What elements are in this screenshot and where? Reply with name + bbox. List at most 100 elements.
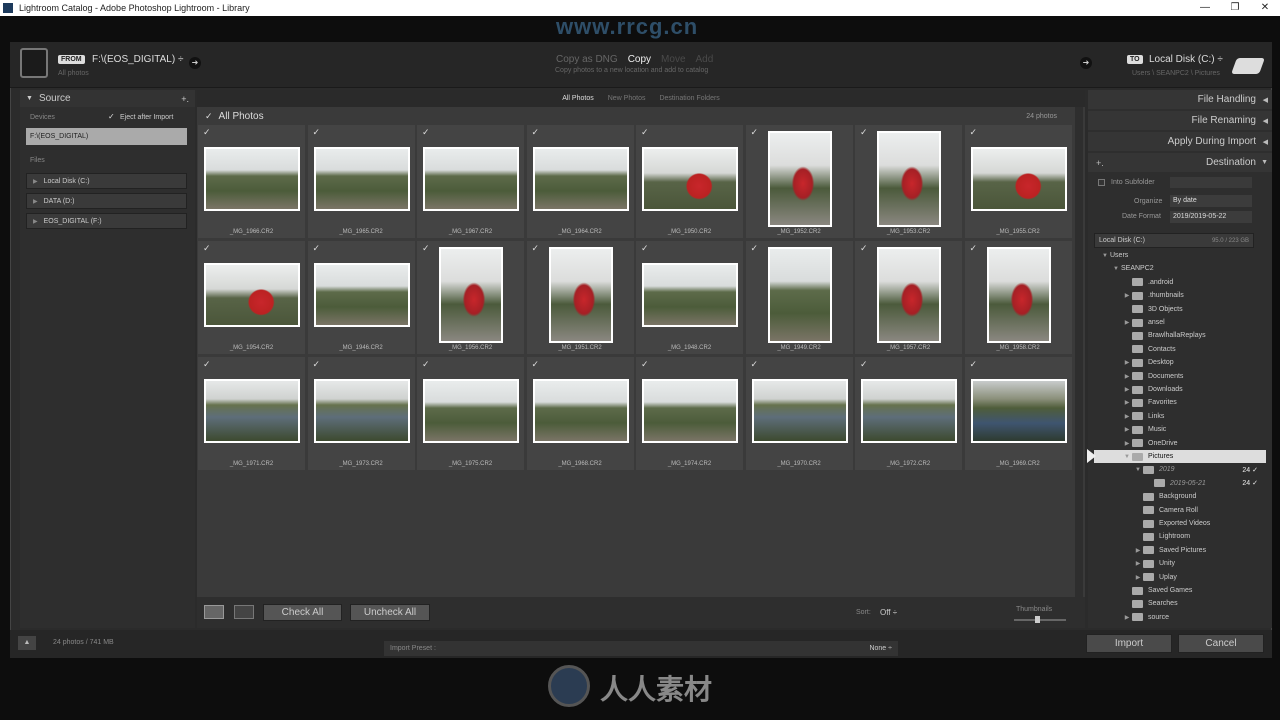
photo-checkbox[interactable]: ✓	[751, 127, 759, 138]
mode-copy-as-dng[interactable]: Copy as DNG	[556, 54, 618, 65]
folder-row[interactable]: .android	[1094, 276, 1266, 289]
photo-cell[interactable]: ✓ _MG_1955.CR2	[964, 125, 1073, 239]
expand-triangle-icon[interactable]: ▶	[1122, 386, 1132, 393]
folder-row[interactable]: ▶ Saved Pictures	[1094, 544, 1266, 557]
photo-cell[interactable]: ✓ _MG_1965.CR2	[307, 125, 416, 239]
photo-checkbox[interactable]: ✓	[532, 243, 540, 254]
restore-button[interactable]: ❐	[1220, 0, 1250, 16]
tab-destination-folders[interactable]: Destination Folders	[659, 95, 719, 102]
folder-row[interactable]: ▼ SEANPC2	[1094, 262, 1266, 275]
photo-cell[interactable]: ✓ _MG_1967.CR2	[417, 125, 525, 239]
selected-device[interactable]: F:\(EOS_DIGITAL)	[26, 128, 187, 145]
folder-row[interactable]: ▶ source	[1094, 611, 1266, 624]
photo-thumbnail[interactable]	[767, 247, 832, 343]
photo-cell[interactable]: ✓ _MG_1975.CR2	[417, 357, 525, 471]
photo-checkbox[interactable]: ✓	[532, 127, 540, 138]
photo-cell[interactable]: ✓ _MG_1972.CR2	[855, 357, 963, 471]
into-subfolder-checkbox[interactable]	[1098, 179, 1105, 186]
photo-checkbox[interactable]: ✓	[641, 359, 649, 370]
photo-thumbnail[interactable]	[767, 131, 832, 227]
folder-row[interactable]: 3D Objects	[1094, 303, 1266, 316]
thumbnail-slider-handle[interactable]	[1035, 616, 1040, 623]
photo-thumbnail[interactable]	[204, 379, 300, 443]
photo-checkbox[interactable]: ✓	[532, 359, 540, 370]
photo-checkbox[interactable]: ✓	[751, 243, 759, 254]
photo-cell[interactable]: ✓ _MG_1966.CR2	[198, 125, 306, 239]
photo-cell[interactable]: ✓ _MG_1946.CR2	[307, 241, 416, 355]
photo-cell[interactable]: ✓ _MG_1957.CR2	[855, 241, 963, 355]
photo-thumbnail[interactable]	[861, 379, 957, 443]
import-button[interactable]: Import	[1086, 634, 1172, 653]
photo-thumbnail[interactable]	[751, 379, 848, 443]
import-preset-bar[interactable]: Import Preset : None ÷	[384, 641, 898, 656]
photo-checkbox[interactable]: ✓	[203, 243, 211, 254]
photo-thumbnail[interactable]	[313, 379, 410, 443]
photo-checkbox[interactable]: ✓	[313, 359, 321, 370]
expand-triangle-icon[interactable]: ▶	[1133, 574, 1143, 581]
photo-checkbox[interactable]: ✓	[970, 127, 978, 138]
photo-thumbnail[interactable]	[439, 247, 503, 343]
photo-cell[interactable]: ✓ _MG_1956.CR2	[417, 241, 525, 355]
photo-checkbox[interactable]: ✓	[970, 359, 978, 370]
volume-f[interactable]: ▶ EOS_DIGITAL (F:)	[26, 213, 187, 229]
folder-row[interactable]: Exported Videos	[1094, 517, 1266, 530]
photo-checkbox[interactable]: ✓	[203, 359, 211, 370]
expand-triangle-icon[interactable]: ▼	[1111, 266, 1121, 272]
expand-triangle-icon[interactable]: ▼	[1133, 467, 1143, 473]
folder-row[interactable]: ▶ Music	[1094, 423, 1266, 436]
photo-cell[interactable]: ✓ _MG_1971.CR2	[198, 357, 306, 471]
photo-thumbnail[interactable]	[423, 379, 519, 443]
photo-checkbox[interactable]: ✓	[313, 127, 321, 138]
folder-row[interactable]: ▶ Downloads	[1094, 383, 1266, 396]
photo-checkbox[interactable]: ✓	[422, 359, 430, 370]
photo-checkbox[interactable]: ✓	[641, 243, 649, 254]
photo-cell[interactable]: ✓ _MG_1953.CR2	[855, 125, 963, 239]
photo-checkbox[interactable]: ✓	[203, 127, 211, 138]
folder-row[interactable]: ▼ Users	[1094, 249, 1266, 262]
source-panel-header[interactable]: ▼ Source +.	[20, 90, 195, 107]
photo-checkbox[interactable]: ✓	[970, 243, 978, 254]
volume-c[interactable]: ▶ Local Disk (C:)	[26, 173, 187, 189]
photo-thumbnail[interactable]	[548, 247, 613, 343]
folder-row[interactable]: Lightroom	[1094, 530, 1266, 543]
photo-thumbnail[interactable]	[204, 147, 300, 211]
mode-add[interactable]: Add	[696, 54, 714, 65]
expand-triangle-icon[interactable]: ▶	[1122, 319, 1132, 326]
photo-cell[interactable]: ✓ _MG_1950.CR2	[636, 125, 744, 239]
folder-row[interactable]: Background	[1094, 490, 1266, 503]
loupe-view-icon[interactable]	[234, 605, 254, 619]
photo-checkbox[interactable]: ✓	[751, 359, 759, 370]
minimize-button[interactable]: —	[1190, 0, 1220, 16]
mode-copy[interactable]: Copy	[628, 54, 651, 65]
photo-thumbnail[interactable]	[313, 147, 410, 211]
folder-row[interactable]: ▶ Uplay	[1094, 571, 1266, 584]
expand-triangle-icon[interactable]: ▼	[1122, 454, 1132, 460]
expand-triangle-icon[interactable]: ▶	[1122, 440, 1132, 447]
photo-thumbnail[interactable]	[642, 147, 738, 211]
photo-cell[interactable]: ✓ _MG_1952.CR2	[745, 125, 854, 239]
grid-scrollbar[interactable]	[1075, 107, 1083, 597]
cancel-button[interactable]: Cancel	[1178, 634, 1264, 653]
expand-triangle-icon[interactable]: ▶	[1122, 614, 1132, 621]
folder-row[interactable]: 2019-05-21 24 ✓	[1094, 477, 1266, 490]
photo-cell[interactable]: ✓ _MG_1958.CR2	[964, 241, 1073, 355]
photo-checkbox[interactable]: ✓	[422, 243, 430, 254]
photo-cell[interactable]: ✓ _MG_1973.CR2	[307, 357, 416, 471]
thumbnail-size-slider[interactable]	[1014, 619, 1066, 621]
apply-during-import-header[interactable]: Apply During Import ◀	[1088, 132, 1272, 151]
photo-cell[interactable]: ✓ _MG_1948.CR2	[636, 241, 744, 355]
close-button[interactable]: ✕	[1250, 0, 1280, 16]
photo-thumbnail[interactable]	[642, 263, 738, 327]
photo-thumbnail[interactable]	[877, 131, 941, 227]
date-format-select[interactable]: 2019/2019-05-22	[1170, 211, 1252, 223]
expand-triangle-icon[interactable]: ▼	[1100, 253, 1110, 259]
photo-checkbox[interactable]: ✓	[860, 359, 868, 370]
folder-row[interactable]: ▶ ansel	[1094, 316, 1266, 329]
file-handling-header[interactable]: File Handling ◀	[1088, 90, 1272, 109]
folder-row[interactable]: ▶ Unity	[1094, 557, 1266, 570]
photo-thumbnail[interactable]	[204, 263, 300, 327]
to-path[interactable]: Local Disk (C:) ÷	[1149, 54, 1223, 65]
photo-cell[interactable]: ✓ _MG_1969.CR2	[964, 357, 1073, 471]
folder-row[interactable]: Contacts	[1094, 343, 1266, 356]
photo-thumbnail[interactable]	[970, 147, 1067, 211]
